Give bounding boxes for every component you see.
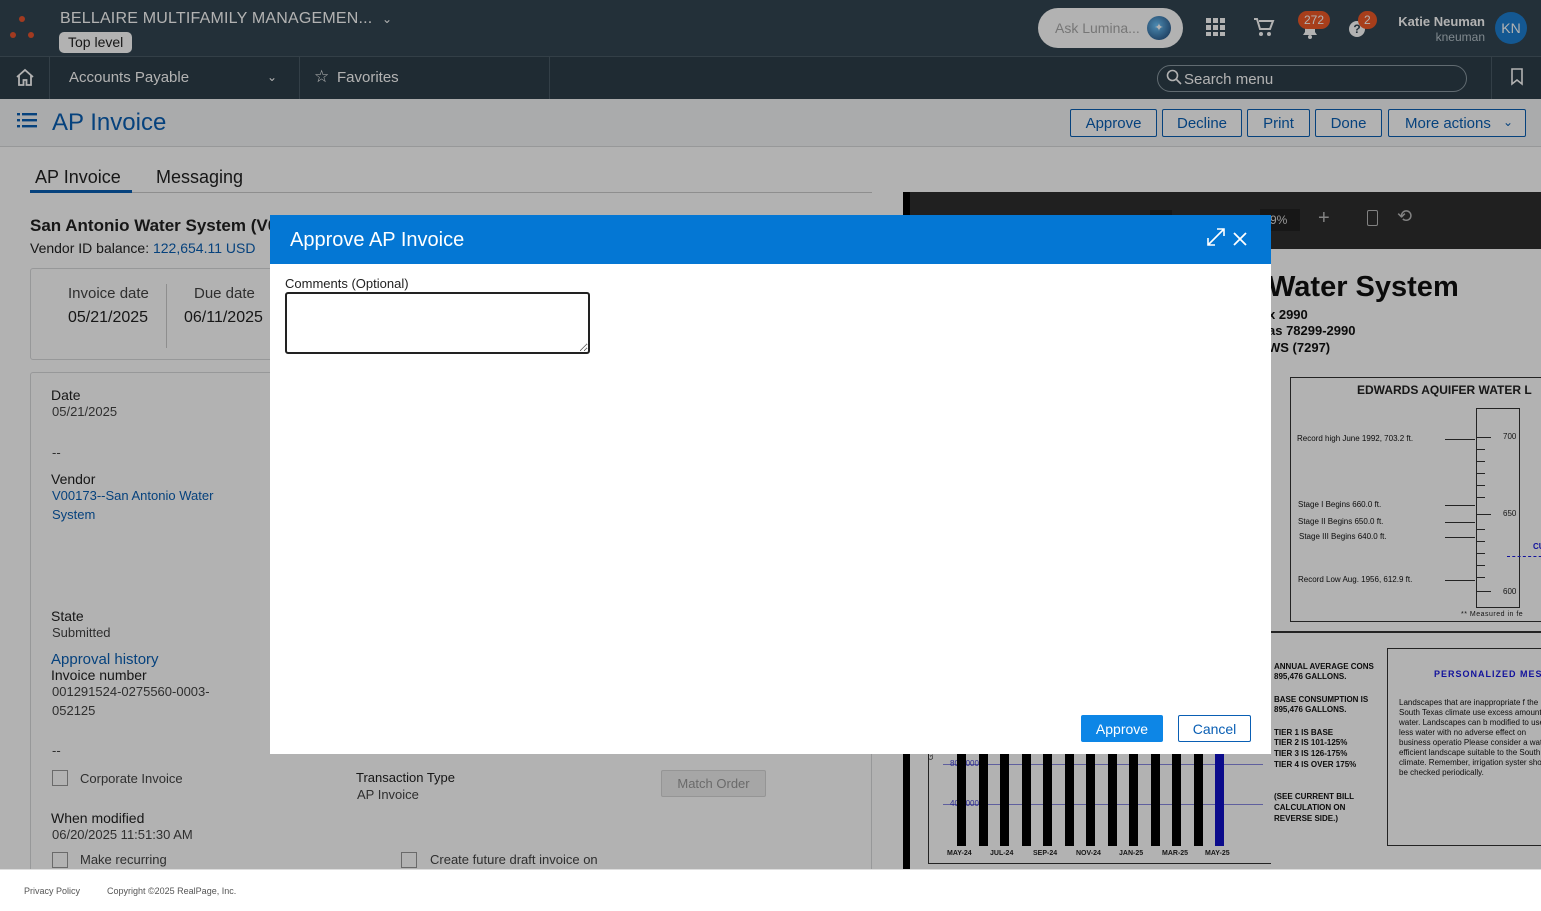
- comments-textarea[interactable]: [285, 292, 590, 354]
- footer: Privacy Policy Copyright ©2025 RealPage,…: [0, 869, 1541, 911]
- close-icon[interactable]: [1232, 225, 1248, 253]
- dialog-approve-button[interactable]: Approve: [1081, 715, 1163, 742]
- privacy-policy-link[interactable]: Privacy Policy: [24, 886, 80, 896]
- dialog-title: Approve AP Invoice: [290, 229, 465, 251]
- copyright-text: Copyright ©2025 RealPage, Inc.: [107, 886, 237, 896]
- dialog-cancel-button[interactable]: Cancel: [1178, 715, 1251, 742]
- dialog-header: Approve AP Invoice: [270, 215, 1271, 264]
- approve-invoice-dialog: Approve AP Invoice Comments (Optional) A…: [270, 215, 1271, 754]
- comments-label: Comments (Optional): [285, 276, 409, 291]
- expand-icon[interactable]: [1206, 227, 1226, 253]
